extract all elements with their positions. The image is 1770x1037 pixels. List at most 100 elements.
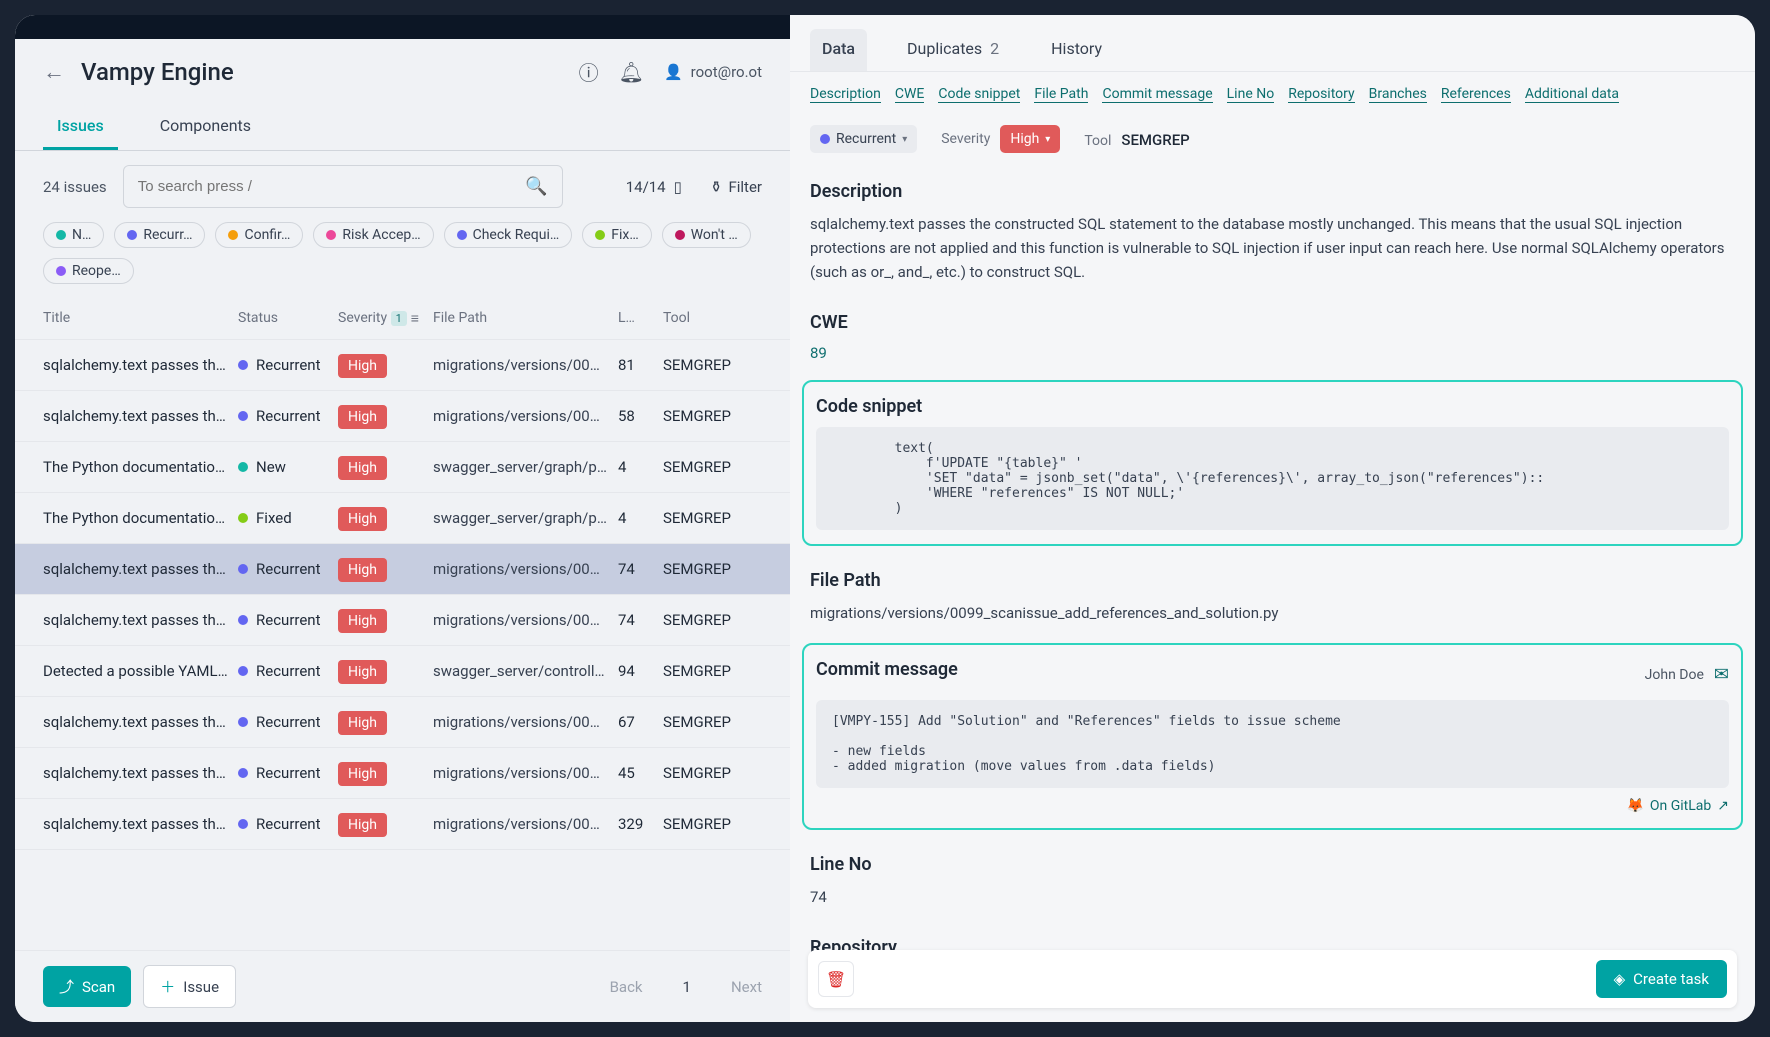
filter-label: Filter <box>728 178 762 196</box>
create-task-button[interactable]: ◈ Create task <box>1596 960 1727 998</box>
cell-title: sqlalchemy.text passes the cons… <box>43 407 238 425</box>
status-dot-icon <box>238 666 248 676</box>
status-dot-icon <box>326 230 336 240</box>
cell-severity: High <box>338 560 433 578</box>
next-page[interactable]: Next <box>731 978 762 996</box>
external-link-icon: ↗ <box>1717 798 1729 814</box>
status-filter-pill[interactable]: Risk Accep… <box>313 222 433 248</box>
status-dot-icon <box>127 230 137 240</box>
severity-dropdown[interactable]: High ▾ <box>1000 125 1060 153</box>
user-menu[interactable]: 👤 root@ro.ot <box>664 63 762 81</box>
status-filter-pill[interactable]: Check Requi… <box>444 222 573 248</box>
anchor-link[interactable]: Line No <box>1227 86 1275 103</box>
filter-button[interactable]: ⚱ Filter <box>710 178 762 196</box>
anchor-link[interactable]: File Path <box>1034 86 1088 103</box>
status-filter-pill[interactable]: N… <box>43 222 104 248</box>
cell-severity: High <box>338 611 433 629</box>
col-tool[interactable]: Tool <box>663 310 762 327</box>
anchor-link[interactable]: References <box>1441 86 1511 103</box>
cell-tool: SEMGREP <box>663 407 762 425</box>
table-row[interactable]: The Python documentation reco…NewHighswa… <box>15 442 790 493</box>
anchor-link[interactable]: Code snippet <box>938 86 1020 103</box>
table-row[interactable]: sqlalchemy.text passes the cons…Recurren… <box>15 748 790 799</box>
col-status[interactable]: Status <box>238 310 338 327</box>
sort-badge: 1 <box>391 311 407 326</box>
status-dropdown[interactable]: Recurrent ▾ <box>810 125 917 153</box>
mail-icon[interactable]: ✉ <box>1714 664 1729 685</box>
bell-icon[interactable]: 🔔︎ <box>619 60 644 84</box>
col-severity[interactable]: Severity 1≡ <box>338 310 433 327</box>
anchor-link[interactable]: Additional data <box>1525 86 1619 103</box>
anchor-link[interactable]: Repository <box>1288 86 1354 103</box>
cell-line: 94 <box>618 662 663 680</box>
result-counter: 14/14 <box>626 178 666 196</box>
tab-components[interactable]: Components <box>146 104 265 150</box>
cell-status: Recurrent <box>238 356 338 374</box>
cell-title: The Python documentation reco… <box>43 458 238 476</box>
cell-severity: High <box>338 815 433 833</box>
cell-severity: High <box>338 662 433 680</box>
cell-status: Recurrent <box>238 407 338 425</box>
search-input-wrapper[interactable]: 🔍 <box>123 165 563 208</box>
back-page[interactable]: Back <box>610 978 643 996</box>
anchor-link[interactable]: Branches <box>1369 86 1427 103</box>
delete-button[interactable]: 🗑 <box>818 961 854 997</box>
anchor-link[interactable]: CWE <box>895 86 925 103</box>
detail-tab-data[interactable]: Data <box>810 29 867 71</box>
cell-tool: SEMGREP <box>663 662 762 680</box>
status-filter-row: N… Recurr… Confir… Risk Accep… Check Requi… F… <box>15 222 790 298</box>
detail-tab-duplicates[interactable]: Duplicates 2 <box>895 29 1011 71</box>
cell-status: Recurrent <box>238 560 338 578</box>
sort-icon: ≡ <box>411 310 419 327</box>
tool-value: SEMGREP <box>1121 131 1189 149</box>
anchor-link[interactable]: Commit message <box>1102 86 1212 103</box>
cell-file: migrations/versions/0099_sc… <box>433 713 618 731</box>
anchor-link[interactable]: Description <box>810 86 881 103</box>
cell-tool: SEMGREP <box>663 458 762 476</box>
search-input[interactable] <box>138 178 526 195</box>
col-file[interactable]: File Path <box>433 310 618 327</box>
status-filter-pill[interactable]: Reope… <box>43 258 134 284</box>
status-filter-pill[interactable]: Confir… <box>215 222 303 248</box>
tab-issues[interactable]: Issues <box>43 104 118 150</box>
cell-tool: SEMGREP <box>663 509 762 527</box>
status-dot-icon <box>595 230 605 240</box>
table-row[interactable]: sqlalchemy.text passes the cons…Recurren… <box>15 391 790 442</box>
cell-status: Recurrent <box>238 764 338 782</box>
new-issue-button[interactable]: ＋ Issue <box>143 965 236 1008</box>
cell-line: 4 <box>618 509 663 527</box>
diamond-icon: ◈ <box>1614 970 1626 988</box>
col-title[interactable]: Title <box>43 310 238 327</box>
cell-status: Recurrent <box>238 713 338 731</box>
cell-title: The Python documentation reco… <box>43 509 238 527</box>
table-row[interactable]: Detected a possible YAML deseri…Recurren… <box>15 646 790 697</box>
cwe-link[interactable]: 89 <box>810 344 827 362</box>
column-toggle-icon[interactable]: ▯ <box>674 178 682 196</box>
col-line[interactable]: L… <box>618 310 663 327</box>
status-filter-pill[interactable]: Recurr… <box>114 222 205 248</box>
bottom-bar: ⤴ Scan ＋ Issue Back 1 Next <box>15 950 790 1022</box>
table-row[interactable]: sqlalchemy.text passes the cons…Recurren… <box>15 799 790 850</box>
gitlab-icon: 🦊 <box>1626 798 1643 814</box>
table-row[interactable]: sqlalchemy.text passes the cons…Recurren… <box>15 697 790 748</box>
cell-line: 58 <box>618 407 663 425</box>
cell-status: Recurrent <box>238 611 338 629</box>
cell-title: sqlalchemy.text passes the cons… <box>43 764 238 782</box>
cell-severity: High <box>338 458 433 476</box>
back-arrow-icon[interactable]: ← <box>43 59 65 85</box>
search-icon[interactable]: 🔍 <box>525 176 547 197</box>
detail-tab-history[interactable]: History <box>1039 29 1114 71</box>
info-icon[interactable]: ⓘ <box>579 57 599 86</box>
section-line-no: Line No 74 <box>790 844 1755 927</box>
table-row[interactable]: sqlalchemy.text passes the cons…Recurren… <box>15 544 790 595</box>
cell-file: swagger_server/graph/parser… <box>433 458 618 476</box>
status-dot-icon <box>238 513 248 523</box>
gitlab-link[interactable]: 🦊 On GitLab ↗ <box>816 798 1729 814</box>
status-filter-pill[interactable]: Won't … <box>662 222 751 248</box>
table-row[interactable]: The Python documentation reco…FixedHighs… <box>15 493 790 544</box>
status-filter-pill[interactable]: Fix… <box>582 222 651 248</box>
status-dot-icon <box>820 134 830 144</box>
scan-button[interactable]: ⤴ Scan <box>43 966 131 1007</box>
table-row[interactable]: sqlalchemy.text passes the cons…Recurren… <box>15 340 790 391</box>
table-row[interactable]: sqlalchemy.text passes the cons…Recurren… <box>15 595 790 646</box>
